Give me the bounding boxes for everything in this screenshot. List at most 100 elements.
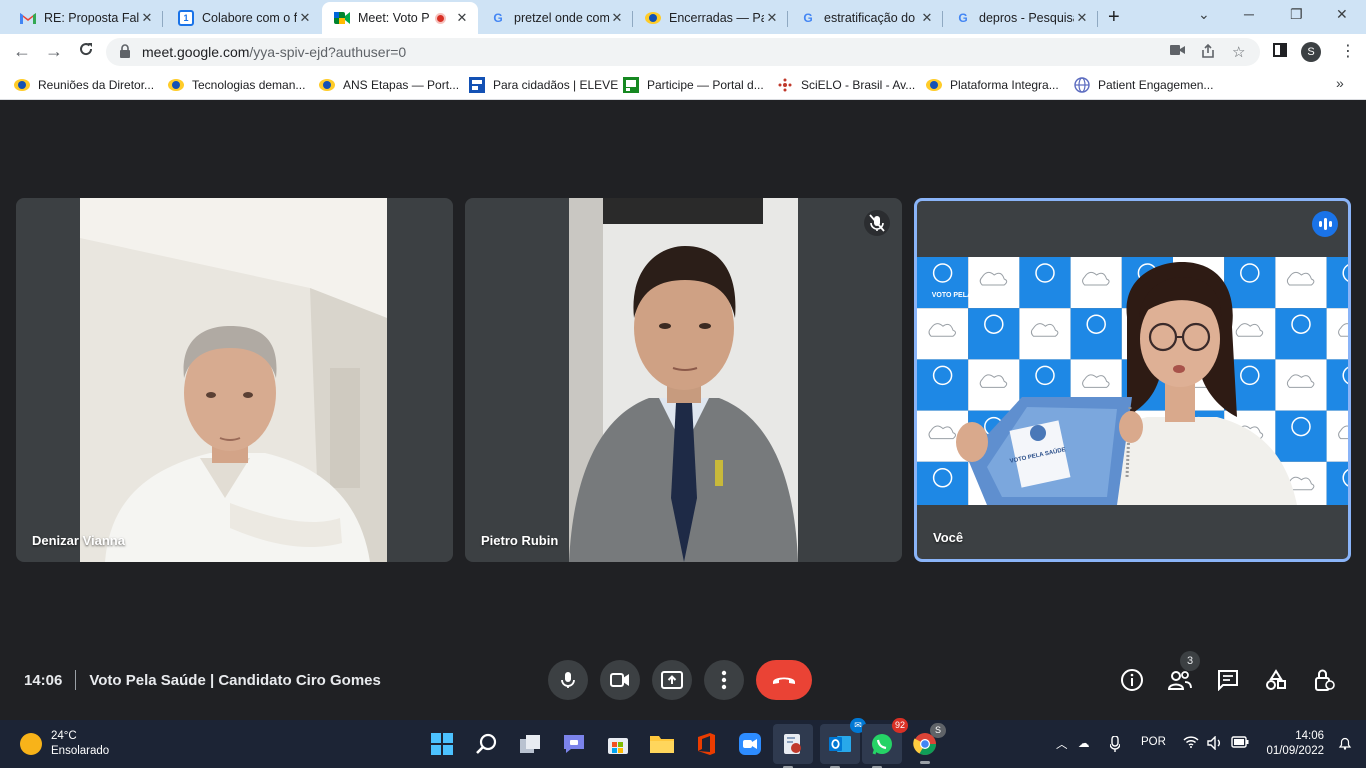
gov-br-icon (319, 79, 335, 91)
tab-gmail[interactable]: RE: Proposta Falc ✕ (8, 2, 163, 34)
whatsapp-unread-badge: 92 (892, 718, 908, 733)
tab-encerradas[interactable]: Encerradas — Pa ✕ (633, 2, 788, 34)
minimize-icon[interactable]: ─ (1244, 6, 1254, 22)
input-language[interactable]: POR (1141, 736, 1166, 748)
bookmark-scielo[interactable]: SciELO - Brasil - Av... (777, 77, 915, 93)
meeting-title: Voto Pela Saúde | Candidato Ciro Gomes (89, 671, 381, 689)
bookmarks-overflow-icon[interactable]: » (1336, 75, 1344, 91)
recording-icon (435, 12, 446, 24)
camera-in-use-icon[interactable] (1170, 43, 1186, 60)
tab-meet[interactable]: Meet: Voto P ✕ (322, 2, 478, 34)
windows-icon (431, 733, 453, 755)
bookmark-plataforma[interactable]: Plataforma Integra... (926, 77, 1059, 93)
leave-call-button[interactable] (756, 660, 812, 700)
present-screen-button[interactable] (652, 660, 692, 700)
address-bar[interactable]: meet.google.com/yya-spiv-ejd?authuser=0 … (106, 38, 1260, 66)
close-icon[interactable]: ✕ (764, 10, 780, 26)
close-icon[interactable]: ✕ (919, 10, 935, 26)
close-icon[interactable]: ✕ (297, 10, 313, 26)
bookmarks-bar: Reuniões da Diretor... Tecnologias deman… (0, 70, 1366, 100)
tab-google-estratificacao[interactable]: G estratificação do ✕ (788, 2, 943, 34)
meeting-time: 14:06 (24, 671, 63, 689)
camera-button[interactable] (600, 660, 640, 700)
wifi-icon[interactable] (1183, 736, 1199, 751)
tab-calendar[interactable]: 1 Colabore com o f ✕ (166, 2, 321, 34)
tab-search-icon[interactable]: ⌄ (1198, 6, 1210, 23)
back-arrow-icon[interactable]: ← (10, 41, 34, 62)
participant-tile-2[interactable]: Pietro Rubin (465, 198, 902, 562)
people-icon (1167, 671, 1192, 690)
participant-tile-1[interactable]: Denizar Vianna (16, 198, 453, 562)
close-icon[interactable]: ✕ (609, 10, 625, 26)
weather-widget[interactable]: 24°C Ensolarado (20, 729, 109, 759)
meeting-details-button[interactable] (1119, 667, 1145, 693)
teams-chat-button[interactable] (559, 729, 589, 759)
side-panel-icon[interactable] (1268, 41, 1292, 62)
bookmark-patient[interactable]: Patient Engagemen... (1074, 77, 1213, 93)
activities-button[interactable] (1263, 667, 1289, 693)
snipping-tool-button[interactable] (773, 724, 813, 768)
restore-icon[interactable]: ❐ (1290, 6, 1303, 23)
bookmark-label: Reuniões da Diretor... (38, 78, 155, 92)
profile-avatar[interactable]: S (1301, 42, 1321, 62)
scielo-icon (778, 78, 792, 92)
office-button[interactable] (691, 729, 721, 759)
bookmark-tecnologias[interactable]: Tecnologias deman... (168, 77, 305, 93)
muted-mic-icon (864, 210, 890, 236)
microsoft-store-button[interactable] (603, 729, 633, 759)
weather-temp: 24°C (51, 730, 77, 742)
eleve-icon (469, 77, 485, 93)
tab-title: estratificação do (824, 11, 916, 25)
lock-icon[interactable] (118, 44, 132, 58)
backdrop-logo: VOTO PELA SAÚDE (932, 290, 999, 299)
new-tab-button[interactable]: + (1108, 6, 1120, 29)
participant-tile-self[interactable]: VOTO PELA SAÚDE VOTO PELA SAÚDE Você (914, 198, 1351, 562)
bookmark-participe[interactable]: Participe — Portal d... (623, 77, 764, 93)
task-view-button[interactable] (515, 729, 545, 759)
browser-menu-icon[interactable]: ⋮ (1336, 41, 1360, 61)
chrome-button[interactable]: S (910, 723, 946, 764)
tab-google-pretzel[interactable]: G pretzel onde com ✕ (478, 2, 633, 34)
bookmark-star-icon[interactable]: ☆ (1232, 43, 1245, 61)
weather-desc: Ensolarado (51, 745, 110, 757)
whatsapp-button[interactable]: 92 (862, 718, 908, 768)
cloud-icon[interactable]: ☁ (1078, 736, 1090, 750)
share-icon[interactable] (1200, 43, 1216, 63)
bookmark-reunioes[interactable]: Reuniões da Diretor... (14, 77, 154, 93)
outlook-button[interactable]: ✉ (820, 718, 866, 768)
office-icon (698, 733, 715, 755)
more-options-button[interactable] (704, 660, 744, 700)
host-controls-button[interactable] (1311, 667, 1337, 693)
microphone-in-use-icon[interactable] (1109, 735, 1121, 755)
reload-icon[interactable] (74, 41, 98, 62)
file-explorer-button[interactable] (647, 729, 677, 759)
chat-button[interactable] (1215, 667, 1241, 693)
search-button[interactable] (471, 729, 501, 759)
chat-icon (1218, 670, 1238, 691)
bookmark-eleve[interactable]: Para cidadãos | ELEVE (469, 77, 618, 93)
tab-title: pretzel onde com (514, 11, 609, 25)
outlook-icon (829, 736, 851, 752)
tab-google-depros[interactable]: G depros - Pesquisa ✕ (943, 2, 1098, 34)
battery-icon[interactable] (1231, 736, 1249, 751)
volume-icon[interactable] (1207, 735, 1223, 753)
close-icon[interactable]: ✕ (139, 10, 155, 26)
url-text: meet.google.com/yya-spiv-ejd?authuser=0 (142, 44, 406, 60)
bookmark-ans[interactable]: ANS Etapas — Port... (319, 77, 459, 93)
close-icon[interactable]: ✕ (454, 10, 470, 26)
notifications-icon[interactable] (1338, 736, 1352, 753)
start-button[interactable] (427, 729, 457, 759)
forward-arrow-icon[interactable]: → (42, 41, 66, 62)
microphone-button[interactable] (548, 660, 588, 700)
participe-icon (623, 77, 639, 93)
hang-up-icon (773, 677, 795, 684)
system-clock[interactable]: 14:06 01/09/2022 (1262, 729, 1324, 759)
zoom-button[interactable] (735, 729, 765, 759)
clock-date: 01/09/2022 (1266, 745, 1324, 757)
google-icon: G (958, 11, 968, 25)
clock-time: 14:06 (1295, 730, 1324, 742)
close-icon[interactable]: ✕ (1074, 10, 1090, 26)
google-icon: G (493, 11, 503, 25)
show-hidden-icons[interactable]: ︿ (1056, 736, 1068, 752)
window-close-icon[interactable]: ✕ (1336, 6, 1348, 23)
